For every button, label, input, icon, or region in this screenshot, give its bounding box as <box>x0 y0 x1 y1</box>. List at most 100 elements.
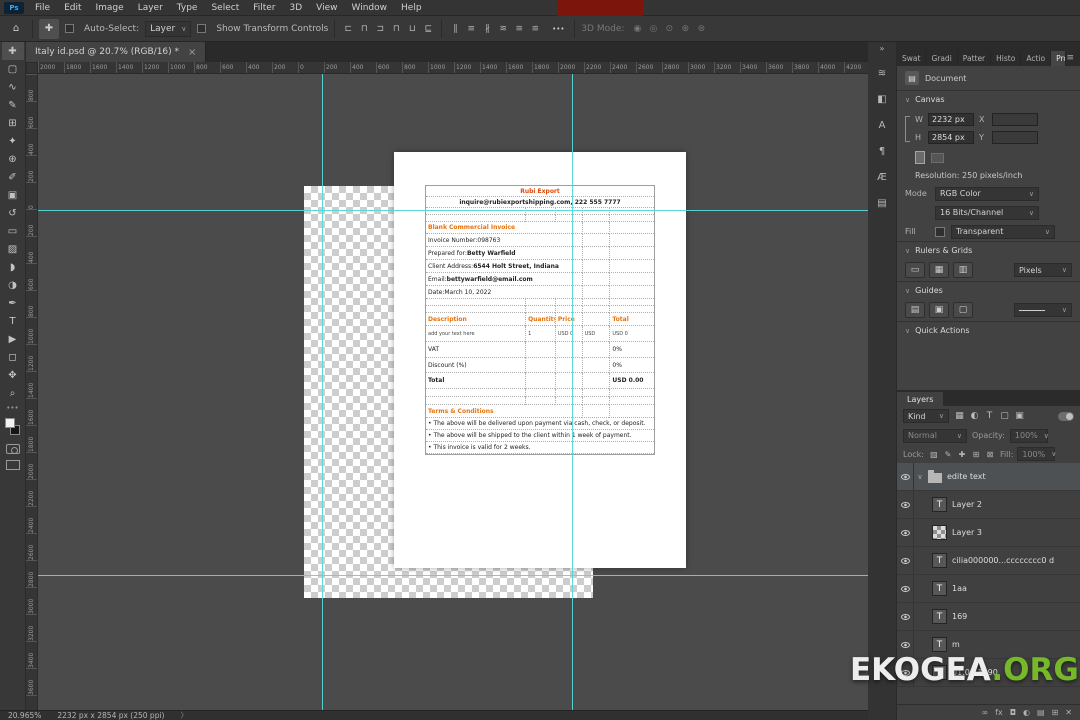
new-guide-layout-icon[interactable]: ▤ <box>905 302 925 318</box>
filter-shape-layers-icon[interactable]: ▢ <box>998 411 1011 421</box>
fill-checkbox[interactable] <box>935 226 945 237</box>
panel-tab[interactable]: Patter <box>958 51 992 66</box>
active-tool-icon[interactable]: ✚ <box>39 18 59 39</box>
menu-item[interactable]: Edit <box>57 0 88 15</box>
delete-layer-icon[interactable]: ✕ <box>1065 708 1072 717</box>
distribute-horizontal-icon[interactable]: ∥ <box>448 21 462 37</box>
menu-item[interactable]: View <box>309 0 344 15</box>
landscape-orientation-icon[interactable] <box>931 152 944 163</box>
align-bottom-icon[interactable]: ⊑ <box>421 21 435 37</box>
type-tool[interactable]: T <box>2 312 24 330</box>
menu-item[interactable]: Select <box>204 0 246 15</box>
pen-tool[interactable]: ✒ <box>2 294 24 312</box>
horizontal-guide[interactable] <box>38 575 868 576</box>
marquee-tool[interactable]: ▢ <box>2 60 24 78</box>
eyedropper-tool[interactable]: ✦ <box>2 132 24 150</box>
filter-kind-dropdown[interactable]: Kind <box>903 409 949 423</box>
portrait-orientation-icon[interactable] <box>915 151 925 164</box>
status-options-icon[interactable]: 〉 <box>180 710 188 720</box>
3d-orbit-icon[interactable]: ◉ <box>630 21 644 37</box>
healing-brush-tool[interactable]: ⊕ <box>2 150 24 168</box>
auto-select-target-dropdown[interactable]: Layer <box>145 20 192 37</box>
guides-section-header[interactable]: ∨ Guides <box>897 281 1080 299</box>
group-chevron-icon[interactable]: ∨ <box>914 473 926 481</box>
move-tool[interactable]: ✚ <box>1 42 24 60</box>
quick-selection-tool[interactable]: ✎ <box>2 96 24 114</box>
lock-artboard-icon[interactable]: ⊞ <box>970 450 982 459</box>
lock-transparency-icon[interactable]: ▨ <box>928 450 940 459</box>
align-right-icon[interactable]: ⊐ <box>373 21 387 37</box>
distribute-vertical-icon[interactable]: ≡ <box>464 21 478 37</box>
foreground-color-swatch[interactable] <box>4 418 15 428</box>
new-layer-icon[interactable]: ⊞ <box>1052 708 1059 717</box>
x-input[interactable] <box>992 112 1038 126</box>
adjustments-panel-icon[interactable]: ≋ <box>871 62 893 84</box>
document-page[interactable]: Rubi Export inquire@rubiexportshipping.c… <box>394 152 686 568</box>
menu-item[interactable]: File <box>28 0 57 15</box>
distribute-right-edges-icon[interactable]: ≅ <box>512 21 526 37</box>
menu-item[interactable]: Filter <box>246 0 282 15</box>
menu-item[interactable]: 3D <box>283 0 310 15</box>
hand-tool[interactable]: ✥ <box>2 366 24 384</box>
layer-row[interactable]: ∨ cilia000000...cccccccc0 d <box>897 547 1080 575</box>
character-panel-icon[interactable]: A <box>871 114 893 136</box>
layer-thumbnail[interactable] <box>932 525 947 540</box>
lock-all-icon[interactable]: ⊠ <box>984 450 996 459</box>
link-dimensions-icon[interactable] <box>905 116 910 142</box>
adjustment-layer-icon[interactable]: ◐ <box>1023 708 1030 717</box>
panel-tab[interactable]: Gradi <box>926 51 958 66</box>
menu-item[interactable]: Help <box>394 0 429 15</box>
foreground-background-swatches[interactable] <box>3 416 23 438</box>
new-group-icon[interactable]: ▤ <box>1037 708 1045 717</box>
visibility-eye-icon[interactable] <box>897 575 914 602</box>
layer-thumbnail[interactable] <box>928 469 942 483</box>
canvas[interactable]: Rubi Export inquire@rubiexportshipping.c… <box>38 74 868 710</box>
quick-actions-section-header[interactable]: ∨ Quick Actions <box>897 321 1080 339</box>
panel-menu-icon[interactable]: ≡ <box>1066 53 1080 66</box>
opacity-dropdown[interactable]: 100% <box>1009 428 1048 443</box>
3d-drag-icon[interactable]: ⊙ <box>662 21 676 37</box>
panel-tab[interactable]: Actio <box>1021 51 1052 66</box>
crop-tool[interactable]: ⊞ <box>2 114 24 132</box>
3d-slide-icon[interactable]: ⊛ <box>678 21 692 37</box>
panel-tab[interactable]: Swat <box>897 51 927 66</box>
clone-stamp-tool[interactable]: ▣ <box>2 186 24 204</box>
fill-dropdown[interactable]: Transparent <box>951 224 1055 239</box>
document-tab[interactable]: Italy id.psd @ 20.7% (RGB/16) * × <box>26 42 207 62</box>
visibility-eye-icon[interactable] <box>897 463 914 490</box>
align-left-icon[interactable]: ⊏ <box>341 21 355 37</box>
layer-row[interactable]: ∨ edite text <box>897 463 1080 491</box>
horizontal-guide[interactable] <box>38 210 868 211</box>
guide-style-dropdown[interactable] <box>1014 303 1072 317</box>
layer-row[interactable]: ∨ Layer 3 <box>897 519 1080 547</box>
visibility-eye-icon[interactable] <box>897 519 914 546</box>
libraries-panel-icon[interactable]: ▤ <box>871 192 893 214</box>
vertical-ruler[interactable]: 800 600 400 200 0 200 400 600 800 1000 1200 1400 160… <box>26 74 38 710</box>
close-tab-icon[interactable]: × <box>188 47 196 58</box>
toggle-rulers-icon[interactable]: ▭ <box>905 262 925 278</box>
path-selection-tool[interactable]: ▶ <box>2 330 24 348</box>
clear-guides-icon[interactable]: ▢ <box>953 302 973 318</box>
layer-thumbnail[interactable] <box>932 609 947 624</box>
layer-effects-icon[interactable]: fx <box>995 708 1003 717</box>
filter-smart-objects-icon[interactable]: ▣ <box>1013 411 1026 421</box>
distribute-centers-icon[interactable]: ≋ <box>496 21 510 37</box>
visibility-eye-icon[interactable] <box>897 547 914 574</box>
lock-guides-icon[interactable]: ▣ <box>929 302 949 318</box>
units-dropdown[interactable]: Pixels <box>1014 263 1072 277</box>
align-vertical-center-icon[interactable]: ⊔ <box>405 21 419 37</box>
expand-panels-icon[interactable]: » <box>880 44 885 58</box>
layer-row[interactable]: ∨ 169 <box>897 603 1080 631</box>
paragraph-panel-icon[interactable]: ¶ <box>871 140 893 162</box>
eraser-tool[interactable]: ▭ <box>2 222 24 240</box>
menu-item[interactable]: Type <box>170 0 205 15</box>
edit-toolbar-icon[interactable]: ••• <box>6 404 18 412</box>
layer-row[interactable]: ∨ Layer 2 <box>897 491 1080 519</box>
tab-layers[interactable]: Layers <box>897 392 944 406</box>
menu-item[interactable]: Layer <box>131 0 170 15</box>
show-transform-checkbox[interactable] <box>197 24 207 33</box>
vertical-guide[interactable] <box>322 74 323 710</box>
toggle-snap-icon[interactable]: ▥ <box>953 262 973 278</box>
horizontal-ruler[interactable]: 2000 1800 1600 1400 1200 1000 800 600 400 200 0 200… <box>38 62 868 74</box>
filter-adjustment-layers-icon[interactable]: ◐ <box>968 411 981 421</box>
